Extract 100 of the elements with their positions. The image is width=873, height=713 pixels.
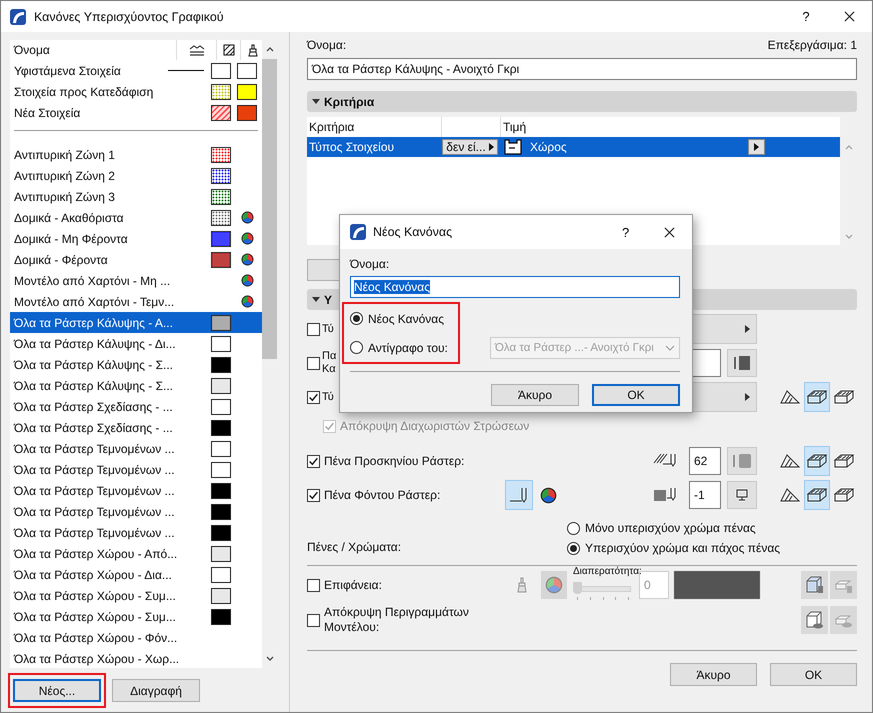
list-item-label: Νέα Στοιχεία [14, 106, 82, 120]
box-view-icon[interactable] [804, 446, 830, 476]
surface-button[interactable] [801, 571, 828, 599]
criteria-row[interactable]: Τύπος Στοιχείου δεν εί... Χώρος [307, 137, 840, 157]
rule-item[interactable]: Όλα τα Ράστερ Χώρου - Δια... [10, 564, 262, 585]
radio-label: Νέος Κανόνας [368, 312, 444, 326]
rule-item[interactable]: Δομικά - Φέροντα [10, 249, 262, 270]
rule-item[interactable]: Μοντέλο από Χαρτόνι - Τεμν... [10, 291, 262, 312]
toggle-button[interactable] [727, 447, 757, 475]
contour-button[interactable] [801, 606, 828, 634]
rule-item[interactable]: Όλα τα Ράστερ Τεμνομένων ... [10, 501, 262, 522]
color-wheel-icon [545, 576, 563, 594]
name-field[interactable]: Νέος Κανόνας [350, 276, 680, 298]
rule-item[interactable]: Όλα τα Ράστερ Χώρου - Χωρ... [10, 648, 262, 668]
rule-item[interactable]: Όλα τα Ράστερ Σχεδίασης - ... [10, 396, 262, 417]
editable-count: Επεξεργάσιμα: 1 [768, 38, 857, 52]
table-cell-text: Τύπος Στοιχείου [308, 140, 396, 154]
radio-label: Μόνο υπερισχύον χρώμα πένας [585, 521, 756, 535]
dialog-button[interactable]: OK [592, 384, 680, 406]
rule-item[interactable]: Όλα τα Ράστερ Κάλυψης - Σ... [10, 354, 262, 375]
scroll-down-icon[interactable] [264, 655, 274, 663]
radio-button[interactable] [350, 312, 363, 325]
name-label: Όνομα: [350, 257, 390, 271]
monitor-icon [735, 488, 749, 502]
option-label: Απόκρυψη Διαχωριστών Στρώσεων [340, 419, 530, 433]
radio-label: Αντίγραφο του: [368, 340, 448, 354]
rule-item[interactable]: Μοντέλο από Χαρτόνι - Μη ... [10, 270, 262, 291]
option-label: Πένες / Χρώματα: [307, 539, 402, 554]
monitor-button[interactable] [727, 481, 757, 509]
rule-item[interactable]: Όλα τα Ράστερ Τεμνομένων ... [10, 480, 262, 501]
rule-item[interactable]: Δομικά - Μη Φέροντα [10, 228, 262, 249]
color-wheel-icon[interactable] [540, 486, 557, 504]
name-field[interactable]: Όλα τα Ράστερ Κάλυψης - Ανοιχτό Γκρι [307, 58, 857, 80]
option-label: Τύ [322, 390, 334, 404]
option-label: Πένα Προσκηνίου Ράστερ: [324, 454, 464, 468]
rule-item[interactable]: Όλα τα Ράστερ Κάλυψης - Σ... [10, 375, 262, 396]
checkbox[interactable] [307, 356, 320, 370]
app-icon [9, 8, 27, 26]
help-button[interactable]: ? [622, 224, 636, 240]
arrow-icon [745, 393, 750, 401]
name-label: Όνομα: [307, 38, 346, 52]
option-label: Πένα Φόντου Ράστερ: [324, 488, 440, 502]
brush-icon [248, 44, 258, 56]
option-label: Πα Κα [322, 350, 336, 376]
rule-item[interactable]: Όλα τα Ράστερ Χώρου - Συμ... [10, 585, 262, 606]
arrow-icon [745, 325, 750, 333]
column-header: Όνομα [14, 43, 51, 57]
pen-field[interactable]: -1 [689, 481, 721, 509]
radio-button[interactable] [350, 341, 363, 354]
toggle-icon [731, 452, 753, 470]
checkbox[interactable] [307, 390, 320, 404]
section-header[interactable]: Κριτήρια [307, 91, 857, 112]
rule-item[interactable]: Αντιπυρική Ζώνη 2 [10, 165, 262, 186]
checkbox[interactable] [307, 454, 320, 468]
arrow-button[interactable] [748, 139, 765, 155]
dialog-button[interactable]: OK [770, 663, 857, 686]
box-icon [804, 610, 824, 630]
app-icon [349, 223, 367, 241]
radio-button[interactable] [567, 522, 580, 534]
rule-item[interactable]: Όλα τα Ράστερ Τεμνομένων ... [10, 522, 262, 543]
pen-field[interactable]: 62 [689, 447, 721, 475]
box-view-icon[interactable] [804, 382, 830, 412]
scroll-up-icon[interactable] [264, 45, 274, 53]
radio-button[interactable] [567, 542, 580, 554]
dialog-button[interactable]: Άκυρο [491, 384, 579, 406]
close-icon[interactable] [664, 226, 675, 238]
pattern-button[interactable] [727, 349, 757, 377]
rule-item[interactable]: Αντιπυρική Ζώνη 1 [10, 144, 262, 165]
brush-icon [517, 577, 527, 593]
dialog-button[interactable]: Άκυρο [670, 663, 757, 686]
rule-item[interactable]: Όλα τα Ράστερ Κάλυψης - Δι... [10, 333, 262, 354]
box-view-icon[interactable] [804, 480, 830, 510]
rule-item[interactable]: Όλα τα Ράστερ Χώρου - Φόν... [10, 627, 262, 648]
hatch-icon [222, 44, 234, 56]
rule-item[interactable]: Όλα τα Ράστερ Χώρου - Συμ... [10, 606, 262, 627]
list-button[interactable]: Διαγραφή [112, 679, 200, 702]
rule-item[interactable]: Όλα τα Ράστερ Τεμνομένων ... [10, 459, 262, 480]
list-button[interactable]: Νέος... [13, 679, 101, 702]
close-icon[interactable] [844, 11, 855, 22]
pen-button[interactable] [505, 480, 533, 510]
arrow-icon [754, 143, 759, 151]
checkbox[interactable] [307, 322, 320, 336]
radio-label: Υπερισχύον χρώμα και πάχος πένας [585, 541, 780, 555]
rule-item[interactable]: Όλα τα Ράστερ Χώρου - Από... [10, 543, 262, 564]
checkbox[interactable] [307, 578, 320, 592]
checkbox[interactable] [307, 488, 320, 502]
operator-button[interactable]: δεν εί... [442, 139, 498, 155]
checkbox[interactable] [307, 614, 320, 626]
rule-item[interactable]: Όλα τα Ράστερ Κάλυψης - Α... [10, 312, 262, 333]
rule-item[interactable]: Όλα τα Ράστερ Σχεδίασης - ... [10, 417, 262, 438]
rule-item[interactable]: Αντιπυρική Ζώνη 3 [10, 186, 262, 207]
option-label: Επιφάνεια: [324, 578, 382, 592]
help-button[interactable]: ? [796, 9, 816, 24]
dialog-title: Νέος Κανόνας [373, 225, 454, 239]
transparency-label: Διαπερατότητα: [573, 566, 642, 577]
rule-item[interactable]: Όλα τα Ράστερ Τεμνομένων ... [10, 438, 262, 459]
transparency-slider[interactable] [573, 582, 633, 600]
table-cell-text: Χώρος [530, 140, 568, 154]
color-wheel-button[interactable] [541, 571, 567, 599]
rule-item[interactable]: Δομικά - Ακαθόριστα [10, 207, 262, 228]
